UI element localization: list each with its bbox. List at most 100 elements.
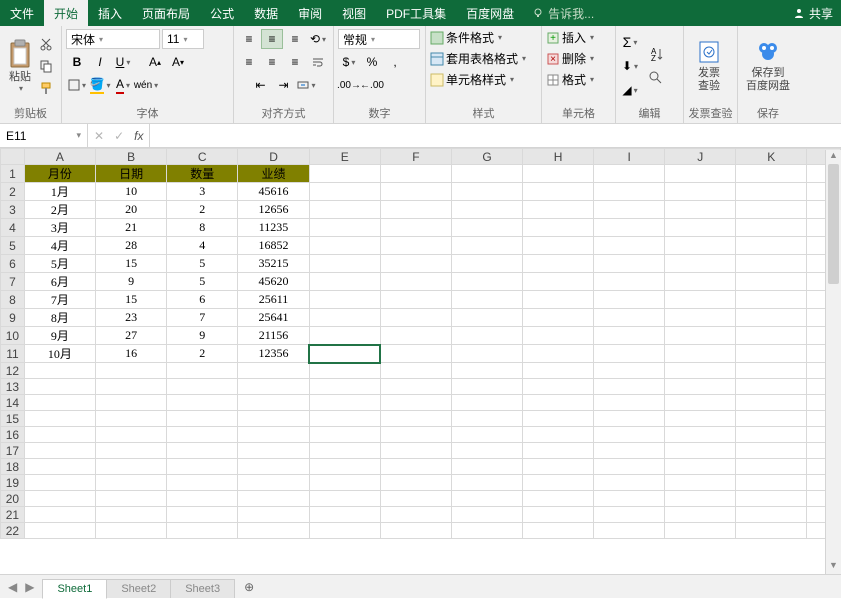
cell[interactable]: [24, 379, 95, 395]
cell[interactable]: [451, 345, 522, 363]
cell[interactable]: 28: [96, 237, 167, 255]
cell[interactable]: [380, 309, 451, 327]
cell[interactable]: [736, 395, 807, 411]
cell[interactable]: [594, 273, 665, 291]
cell[interactable]: [665, 165, 736, 183]
wrap-text-button[interactable]: [307, 52, 329, 72]
cell[interactable]: [96, 459, 167, 475]
cell[interactable]: 25611: [238, 291, 309, 309]
column-header[interactable]: J: [665, 149, 736, 165]
merge-cells-button[interactable]: ▾: [296, 75, 318, 95]
cell[interactable]: [309, 255, 380, 273]
tell-me-search[interactable]: 告诉我...: [524, 0, 602, 26]
cell[interactable]: [380, 345, 451, 363]
decrease-indent-button[interactable]: ⇤: [250, 75, 272, 95]
cell[interactable]: [665, 327, 736, 345]
cell[interactable]: [309, 165, 380, 183]
cell[interactable]: [309, 309, 380, 327]
cell[interactable]: [594, 427, 665, 443]
cell[interactable]: [665, 395, 736, 411]
cell[interactable]: 10月: [24, 345, 95, 363]
sheet-tab[interactable]: Sheet3: [170, 579, 235, 598]
cell[interactable]: [665, 237, 736, 255]
cell[interactable]: 27: [96, 327, 167, 345]
row-header[interactable]: 15: [1, 411, 25, 427]
increase-decimal-button[interactable]: .00→: [338, 75, 360, 95]
cell[interactable]: [24, 491, 95, 507]
cell[interactable]: [736, 309, 807, 327]
cell[interactable]: [523, 165, 594, 183]
cell[interactable]: [96, 443, 167, 459]
cell[interactable]: 2: [167, 345, 238, 363]
cell[interactable]: [594, 327, 665, 345]
cell[interactable]: 4: [167, 237, 238, 255]
cell[interactable]: [523, 491, 594, 507]
cell[interactable]: [309, 363, 380, 379]
scroll-up-icon[interactable]: ▲: [826, 150, 841, 164]
cell[interactable]: [238, 523, 309, 539]
cell[interactable]: [451, 443, 522, 459]
tab-insert[interactable]: 插入: [88, 0, 132, 26]
cell[interactable]: [665, 255, 736, 273]
cell[interactable]: [736, 237, 807, 255]
cell[interactable]: 7月: [24, 291, 95, 309]
cell[interactable]: [451, 427, 522, 443]
column-header[interactable]: I: [594, 149, 665, 165]
tab-page-layout[interactable]: 页面布局: [132, 0, 200, 26]
cell[interactable]: [309, 183, 380, 201]
select-all-corner[interactable]: [1, 149, 25, 165]
cell[interactable]: [238, 427, 309, 443]
cell[interactable]: [594, 237, 665, 255]
cell[interactable]: [736, 411, 807, 427]
column-header[interactable]: E: [309, 149, 380, 165]
row-header[interactable]: 3: [1, 201, 25, 219]
cell[interactable]: [594, 183, 665, 201]
cell[interactable]: [380, 291, 451, 309]
cell[interactable]: 2: [167, 201, 238, 219]
cell[interactable]: [736, 291, 807, 309]
cell[interactable]: [309, 237, 380, 255]
cell[interactable]: [309, 523, 380, 539]
save-to-baidu-button[interactable]: 保存到 百度网盘: [742, 37, 794, 95]
fx-button[interactable]: fx: [134, 129, 143, 143]
cell[interactable]: [665, 183, 736, 201]
cell[interactable]: [736, 165, 807, 183]
cell[interactable]: [523, 459, 594, 475]
cell[interactable]: [167, 427, 238, 443]
tab-file[interactable]: 文件: [0, 0, 44, 26]
cell[interactable]: [309, 327, 380, 345]
cell[interactable]: [238, 459, 309, 475]
sort-filter-button[interactable]: AZ: [646, 44, 666, 64]
cell[interactable]: [523, 291, 594, 309]
cell[interactable]: [380, 327, 451, 345]
font-size-select[interactable]: 11▾: [162, 29, 204, 49]
cell[interactable]: [24, 475, 95, 491]
tab-data[interactable]: 数据: [244, 0, 288, 26]
sheet-nav-prev[interactable]: ◀: [8, 580, 17, 594]
cell[interactable]: 9: [167, 327, 238, 345]
cell[interactable]: [523, 379, 594, 395]
increase-indent-button[interactable]: ⇥: [273, 75, 295, 95]
cell[interactable]: [665, 379, 736, 395]
cell[interactable]: 1月: [24, 183, 95, 201]
cell[interactable]: [24, 427, 95, 443]
cell[interactable]: 15: [96, 255, 167, 273]
cell[interactable]: 8: [167, 219, 238, 237]
row-header[interactable]: 9: [1, 309, 25, 327]
cell[interactable]: [380, 201, 451, 219]
row-header[interactable]: 5: [1, 237, 25, 255]
cell[interactable]: [380, 427, 451, 443]
cell[interactable]: 2月: [24, 201, 95, 219]
cell[interactable]: [665, 345, 736, 363]
cell[interactable]: [594, 219, 665, 237]
cell[interactable]: [451, 291, 522, 309]
orientation-button[interactable]: ⟲▾: [307, 29, 329, 49]
cell[interactable]: 9: [96, 273, 167, 291]
column-header[interactable]: H: [523, 149, 594, 165]
cell[interactable]: [309, 379, 380, 395]
cell[interactable]: [736, 491, 807, 507]
cell[interactable]: [523, 443, 594, 459]
cell[interactable]: [736, 273, 807, 291]
cell[interactable]: [380, 165, 451, 183]
cell[interactable]: 5月: [24, 255, 95, 273]
